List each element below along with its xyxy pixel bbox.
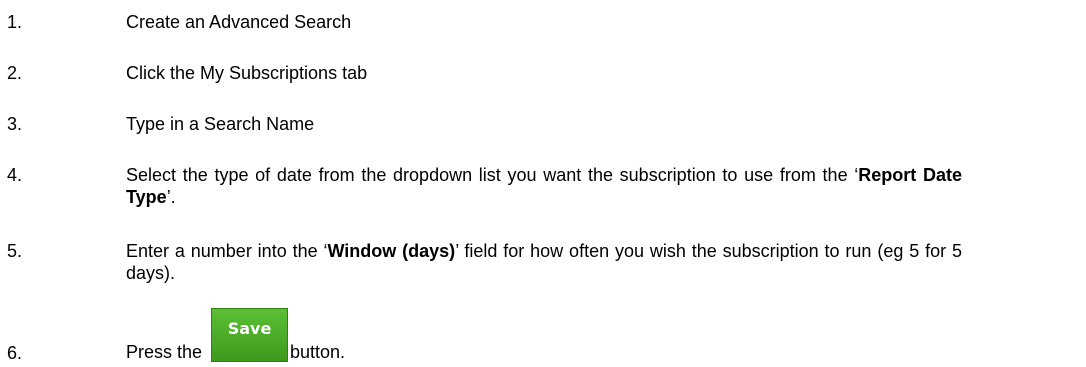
- save-button[interactable]: Save: [211, 308, 288, 362]
- step-number: 2.: [7, 63, 23, 83]
- step-text: Enter a number into the ‘Window (days)’ …: [126, 240, 962, 284]
- step-text-after: button.: [290, 342, 346, 362]
- step-number: 1.: [7, 12, 23, 32]
- field-name-window-days: Window (days): [327, 241, 456, 261]
- step-text: Type in a Search Name: [126, 114, 315, 134]
- step-text: Create an Advanced Search: [126, 12, 352, 32]
- step-number: 4.: [7, 165, 23, 185]
- step-text-before: Select the type of date from the dropdow…: [126, 165, 859, 185]
- step-number: 6.: [7, 343, 23, 363]
- step-text-before: Press the: [126, 342, 203, 362]
- step-number: 5.: [7, 241, 23, 261]
- step-text-before: Enter a number into the ‘: [126, 241, 328, 261]
- step-text: Select the type of date from the dropdow…: [126, 164, 962, 208]
- step-text-after: ’.: [166, 187, 176, 207]
- step-text: Click the My Subscriptions tab: [126, 63, 368, 83]
- step-number: 3.: [7, 114, 23, 134]
